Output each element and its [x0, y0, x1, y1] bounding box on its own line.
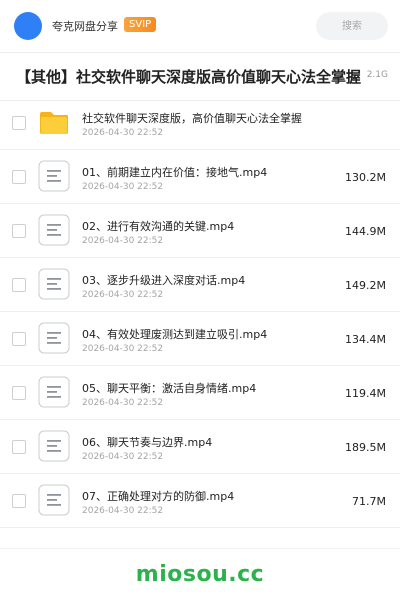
- row-checkbox[interactable]: [12, 224, 26, 238]
- row-checkbox[interactable]: [12, 278, 26, 292]
- row-date: 2026-04-30 22:52: [82, 182, 164, 192]
- brand-name: 夸克网盘分享: [52, 20, 118, 33]
- row-size: 71.7M: [352, 495, 386, 508]
- row-size: 149.2M: [345, 279, 386, 292]
- row-name: 06、聊天节奏与边界.mp4: [82, 436, 213, 449]
- row-name: 05、聊天平衡：激活自身情绪.mp4: [82, 382, 257, 395]
- row-name: 07、正确处理对方的防御.mp4: [82, 490, 235, 503]
- row-checkbox[interactable]: [12, 494, 26, 508]
- row-name: 01、前期建立内在价值：接地气.mp4: [82, 166, 268, 179]
- page-title: 【其他】社交软件聊天深度版高价值聊天心法全掌握: [16, 68, 362, 86]
- row-size: 189.5M: [345, 441, 386, 454]
- row-date: 2026-04-30 22:52: [82, 398, 164, 408]
- row-date: 2026-04-30 22:52: [82, 128, 164, 138]
- row-size: 134.4M: [345, 333, 386, 346]
- list-item[interactable]: 02、进行有效沟通的关键.mp4 2026-04-30 22:52 144.9M: [0, 204, 400, 258]
- row-name: 03、逐步升级进入深度对话.mp4: [82, 274, 246, 287]
- document-icon: [38, 160, 70, 192]
- row-checkbox[interactable]: [12, 440, 26, 454]
- list-item-folder[interactable]: 社交软件聊天深度版，高价值聊天心法全掌握 2026-04-30 22:52: [0, 96, 400, 150]
- watermark: miosou.cc: [135, 562, 265, 587]
- document-icon: [38, 430, 70, 462]
- list-item[interactable]: 04、有效处理废测达到建立吸引.mp4 2026-04-30 22:52 134…: [0, 312, 400, 366]
- folder-icon: [38, 106, 70, 138]
- document-icon: [38, 322, 70, 354]
- document-icon: [38, 214, 70, 246]
- list-item[interactable]: 07、正确处理对方的防御.mp4 2026-04-30 22:52 71.7M: [0, 474, 400, 528]
- list-item[interactable]: 05、聊天平衡：激活自身情绪.mp4 2026-04-30 22:52 119.…: [0, 366, 400, 420]
- svip-badge: SVIP: [124, 17, 157, 32]
- file-list: 社交软件聊天深度版，高价值聊天心法全掌握 2026-04-30 22:52 01…: [0, 96, 400, 528]
- header-bar: 夸克网盘分享 SVIP: [0, 0, 400, 53]
- row-checkbox[interactable]: [12, 116, 26, 130]
- search-input[interactable]: [316, 12, 388, 40]
- row-size: 130.2M: [345, 171, 386, 184]
- row-checkbox[interactable]: [12, 170, 26, 184]
- page: 夸克网盘分享 SVIP 【其他】社交软件聊天深度版高价值聊天心法全掌握 2.1G…: [0, 0, 400, 600]
- document-icon: [38, 268, 70, 300]
- list-item[interactable]: 03、逐步升级进入深度对话.mp4 2026-04-30 22:52 149.2…: [0, 258, 400, 312]
- total-size: 2.1G: [366, 70, 388, 80]
- row-date: 2026-04-30 22:52: [82, 506, 164, 516]
- row-date: 2026-04-30 22:52: [82, 452, 164, 462]
- row-checkbox[interactable]: [12, 332, 26, 346]
- list-item[interactable]: 01、前期建立内在价值：接地气.mp4 2026-04-30 22:52 130…: [0, 150, 400, 204]
- title-row: 【其他】社交软件聊天深度版高价值聊天心法全掌握 2.1G: [0, 52, 400, 101]
- row-name: 02、进行有效沟通的关键.mp4: [82, 220, 235, 233]
- row-date: 2026-04-30 22:52: [82, 344, 164, 354]
- row-date: 2026-04-30 22:52: [82, 290, 164, 300]
- row-date: 2026-04-30 22:52: [82, 236, 164, 246]
- row-size: 144.9M: [345, 225, 386, 238]
- row-size: 119.4M: [345, 387, 386, 400]
- document-icon: [38, 376, 70, 408]
- footer-divider: [0, 548, 400, 549]
- list-item[interactable]: 06、聊天节奏与边界.mp4 2026-04-30 22:52 189.5M: [0, 420, 400, 474]
- row-name: 社交软件聊天深度版，高价值聊天心法全掌握: [82, 112, 302, 125]
- row-name: 04、有效处理废测达到建立吸引.mp4: [82, 328, 268, 341]
- avatar[interactable]: [14, 12, 42, 40]
- document-icon: [38, 484, 70, 516]
- row-checkbox[interactable]: [12, 386, 26, 400]
